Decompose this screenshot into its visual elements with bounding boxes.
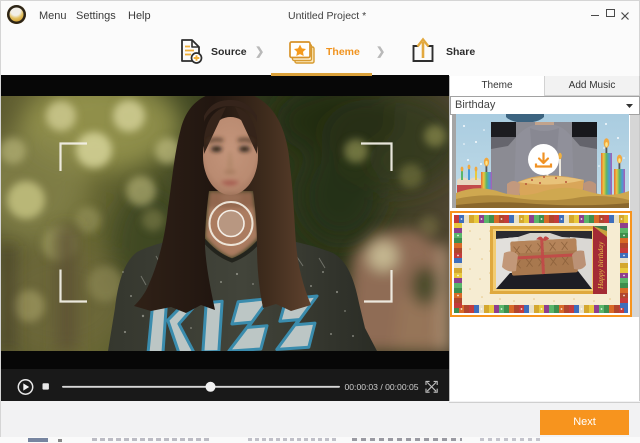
svg-text:00:00:03 / 00:00:05: 00:00:03 / 00:00:05 (345, 382, 419, 392)
svg-text:Happy birthday: Happy birthday (596, 241, 605, 290)
